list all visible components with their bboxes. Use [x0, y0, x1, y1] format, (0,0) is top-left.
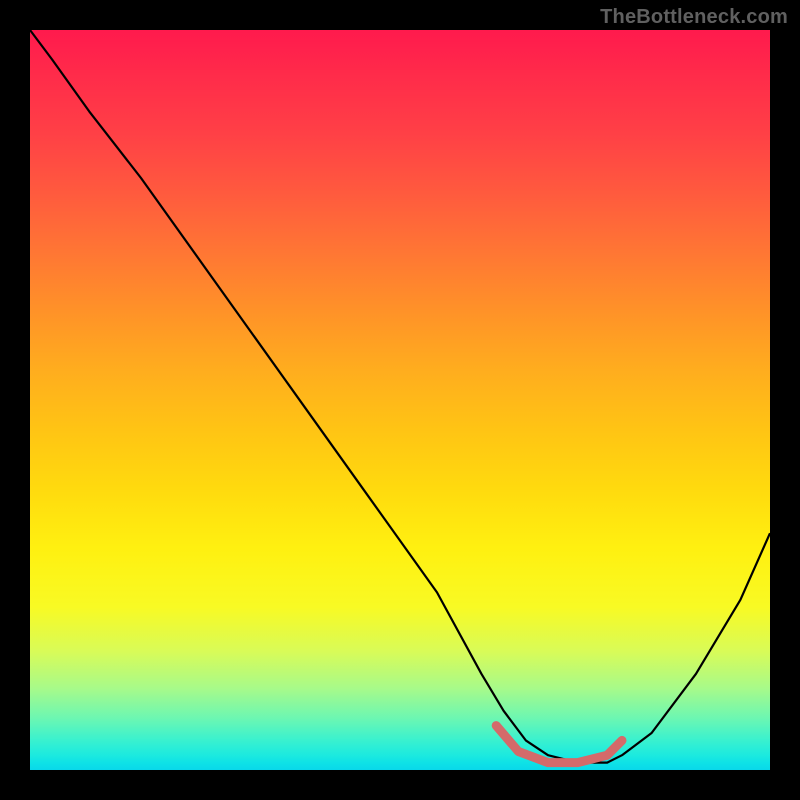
plot-area — [30, 30, 770, 770]
curve-layer — [30, 30, 770, 770]
chart-frame: TheBottleneck.com — [0, 0, 800, 800]
watermark-text: TheBottleneck.com — [600, 6, 788, 29]
bottleneck-curve — [30, 30, 770, 763]
